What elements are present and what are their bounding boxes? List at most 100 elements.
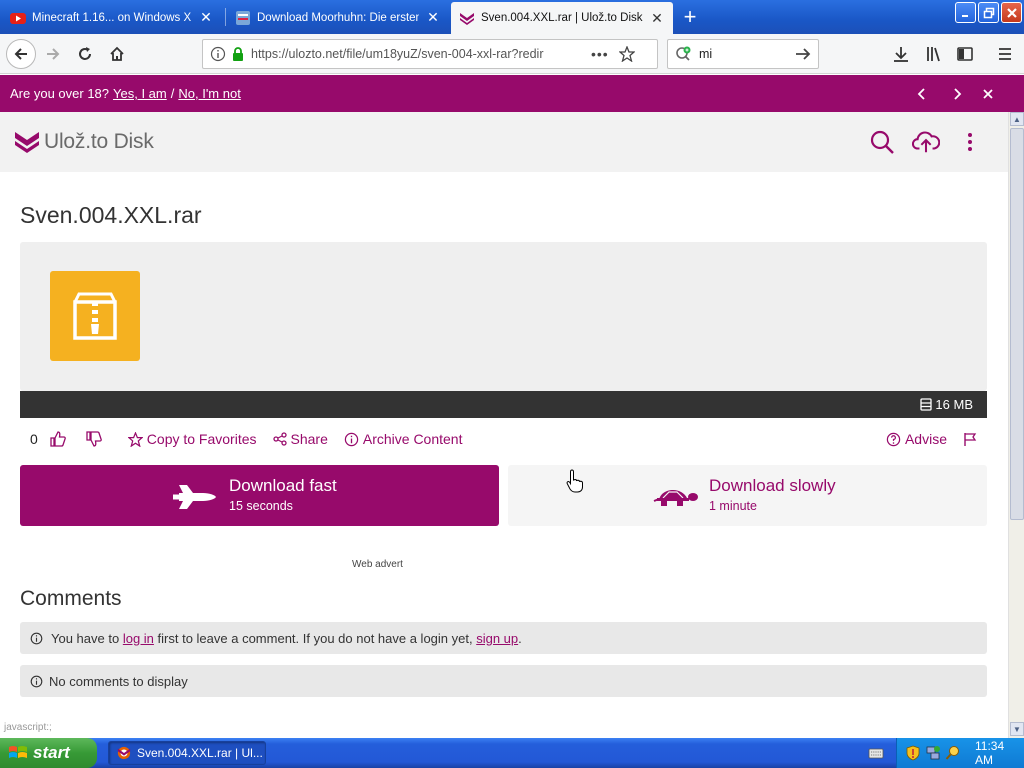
site-logo[interactable]: Ulož.to Disk	[14, 130, 154, 154]
bookmark-star-icon[interactable]	[618, 46, 635, 62]
back-button[interactable]	[6, 39, 36, 69]
network-icon[interactable]	[925, 745, 941, 761]
download-slow-label: Download slowly	[709, 476, 836, 495]
scroll-down-icon[interactable]: ▼	[1010, 722, 1024, 736]
info-circle-icon	[344, 432, 359, 447]
download-slow-time: 1 minute	[709, 499, 757, 513]
upload-cloud-icon[interactable]	[912, 128, 940, 156]
download-fast-label: Download fast	[229, 476, 337, 495]
info-icon[interactable]	[210, 46, 226, 62]
more-options-icon[interactable]	[956, 128, 984, 156]
banner-prev-icon[interactable]	[912, 84, 932, 104]
start-button[interactable]: start	[0, 738, 97, 768]
search-tray-icon[interactable]	[945, 745, 961, 761]
file-actions: 0 Copy to Favorites Share Archive Conten…	[20, 428, 987, 450]
tab-label: Minecraft 1.16... on Windows XP	[32, 11, 192, 24]
security-shield-icon[interactable]	[905, 745, 921, 761]
youtube-icon	[10, 10, 26, 26]
like-button[interactable]	[50, 431, 70, 447]
rocket-icon	[173, 483, 217, 511]
advise-button[interactable]: Advise	[886, 431, 947, 447]
system-tray: 11:34 AM	[896, 738, 1024, 768]
keyboard-icon[interactable]	[868, 745, 884, 761]
archive-site-icon	[235, 10, 251, 26]
tab-moorhuhn[interactable]: Download Moorhuhn: Die ersten 1 ✕	[227, 3, 449, 32]
tab-close-icon[interactable]: ✕	[425, 9, 441, 26]
home-button[interactable]	[102, 39, 132, 69]
banner-next-icon[interactable]	[947, 84, 967, 104]
sidebar-button[interactable]	[950, 39, 980, 69]
tab-minecraft[interactable]: Minecraft 1.16... on Windows XP ✕	[2, 3, 222, 32]
file-size-bar: 16 MB	[20, 391, 987, 418]
age-yes-link[interactable]: Yes, I am	[113, 86, 167, 101]
tab-label: Download Moorhuhn: Die ersten 1	[257, 11, 419, 24]
taskbar-item-label: Sven.004.XXL.rar | Ul...	[137, 746, 263, 760]
new-tab-button[interactable]: +	[678, 4, 702, 29]
tab-label: Sven.004.XXL.rar | Ulož.to Disk	[481, 12, 643, 24]
star-icon	[127, 431, 143, 447]
close-window-button[interactable]	[1001, 2, 1022, 23]
archive-content-label: Archive Content	[362, 431, 463, 447]
report-button[interactable]	[963, 432, 981, 446]
sign-up-link[interactable]: sign up	[476, 631, 518, 646]
scroll-up-icon[interactable]: ▲	[1010, 112, 1024, 126]
share-label: Share	[290, 431, 328, 447]
search-input[interactable]: mi	[699, 47, 794, 61]
search-bar[interactable]: mi	[667, 39, 819, 69]
page-scrollbar[interactable]: ▲ ▼	[1008, 112, 1024, 738]
library-button[interactable]	[919, 39, 949, 69]
no-comments-notice: No comments to display	[20, 665, 987, 697]
page-actions-icon[interactable]: •••	[591, 46, 609, 62]
file-preview	[20, 242, 987, 391]
age-question: Are you over 18?	[10, 86, 110, 101]
taskbar-item-firefox[interactable]: Sven.004.XXL.rar | Ul...	[108, 741, 266, 765]
thumbs-up-icon	[50, 431, 66, 447]
comments-heading: Comments	[20, 587, 122, 610]
dislike-button[interactable]	[86, 431, 106, 447]
tab-close-icon[interactable]: ✕	[649, 10, 665, 26]
banner-close-icon[interactable]	[978, 84, 998, 104]
minimize-button[interactable]	[955, 2, 976, 23]
address-bar[interactable]: https://ulozto.net/file/um18yuZ/sven-004…	[202, 39, 658, 69]
copy-to-favorites-label: Copy to Favorites	[146, 431, 257, 447]
archive-file-icon	[50, 271, 140, 361]
main-content: Sven.004.XXL.rar 16 MB 0 Copy to Favorit…	[0, 172, 1008, 720]
tab-ulozto[interactable]: Sven.004.XXL.rar | Ulož.to Disk ✕	[451, 2, 673, 34]
login-notice-middle: first to leave a comment. If you do not …	[157, 630, 473, 646]
file-size: 16 MB	[935, 397, 973, 412]
logo-text: Ulož.to Disk	[44, 130, 154, 153]
restore-button[interactable]	[978, 2, 999, 23]
archive-content-button[interactable]: Archive Content	[344, 431, 463, 447]
search-engine-icon[interactable]	[675, 46, 693, 62]
download-fast-button[interactable]: Download fast 15 seconds	[20, 465, 499, 526]
windows-logo-icon	[8, 744, 28, 762]
windows-taskbar: start Sven.004.XXL.rar | Ul... 11:34 AM	[0, 738, 1024, 768]
forward-button[interactable]	[38, 39, 68, 69]
age-no-link[interactable]: No, I'm not	[178, 86, 240, 101]
thumbs-down-icon	[86, 431, 102, 447]
scroll-thumb[interactable]	[1010, 128, 1024, 520]
age-separator: /	[170, 86, 175, 101]
log-in-link[interactable]: log in	[123, 631, 154, 646]
search-icon[interactable]	[868, 128, 896, 156]
copy-to-favorites-button[interactable]: Copy to Favorites	[127, 431, 257, 447]
clock: 11:34 AM	[975, 739, 1005, 767]
login-notice-prefix: You have to	[51, 630, 120, 646]
downloads-button[interactable]	[886, 39, 916, 69]
no-comments-text: No comments to display	[49, 673, 188, 689]
tab-separator	[225, 8, 226, 26]
lock-icon[interactable]	[231, 46, 245, 62]
info-icon	[30, 632, 43, 645]
share-button[interactable]: Share	[272, 431, 328, 447]
ulozto-logo-icon	[14, 130, 40, 154]
search-go-icon[interactable]	[794, 46, 812, 62]
status-bar-url: javascript:;	[4, 722, 52, 733]
menu-button[interactable]	[990, 39, 1020, 69]
reload-button[interactable]	[70, 39, 100, 69]
file-title: Sven.004.XXL.rar	[20, 202, 202, 228]
advise-label: Advise	[904, 431, 947, 447]
hand-cursor-icon	[566, 469, 584, 493]
tab-close-icon[interactable]: ✕	[198, 9, 214, 26]
login-notice-suffix: .	[518, 630, 522, 646]
url-text: https://ulozto.net/file/um18yuZ/sven-004…	[251, 47, 544, 61]
